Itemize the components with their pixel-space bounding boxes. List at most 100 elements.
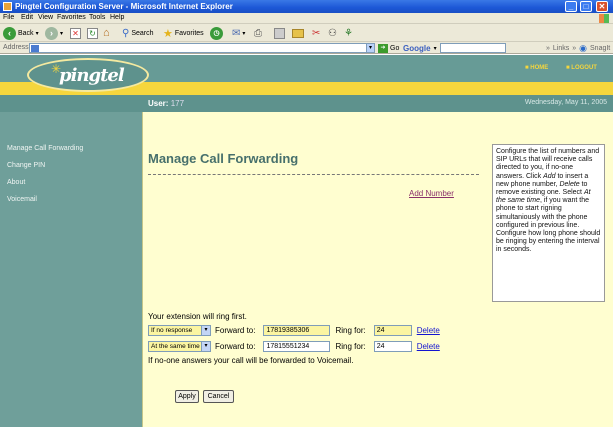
forward-button[interactable]: › ▾: [45, 26, 63, 40]
sidebar-item-voicemail[interactable]: Voicemail: [7, 196, 37, 203]
address-bar: Address ▾ ➜ Go Google ▾ » Links » ◉ Snag…: [0, 42, 613, 54]
menu-favorites[interactable]: Favorites: [57, 14, 86, 21]
folder-icon: [292, 28, 304, 38]
snagit-icon: ◉: [579, 43, 588, 53]
cancel-button[interactable]: Cancel: [203, 390, 234, 403]
google-toolbar: Google ▾: [403, 42, 506, 54]
user-label-text: User:: [148, 99, 169, 108]
history-button[interactable]: ◷: [210, 26, 223, 40]
menu-tools[interactable]: Tools: [89, 14, 105, 21]
ring-mode-select[interactable]: At the same time ▾: [148, 340, 211, 352]
back-label: Back: [18, 29, 34, 37]
back-arrow-icon: ‹: [3, 26, 16, 40]
window-title: Pingtel Configuration Server - Microsoft…: [15, 2, 233, 11]
delete-link[interactable]: Delete: [417, 342, 440, 351]
google-logo[interactable]: Google: [403, 44, 431, 53]
address-dropdown-button[interactable]: ▾: [366, 43, 375, 53]
forward-arrow-icon: ›: [45, 26, 58, 40]
print-icon: ⎙: [254, 27, 262, 39]
ring-mode-value: If no response: [151, 326, 193, 334]
menu-file[interactable]: File: [3, 14, 14, 21]
forward-number-input[interactable]: 17819385306: [263, 324, 331, 336]
logout-link[interactable]: ■ LOGOUT: [566, 65, 597, 71]
star-icon: ★: [163, 27, 173, 40]
home-icon: ⌂: [103, 27, 110, 39]
sidebar-item-about[interactable]: About: [7, 179, 25, 186]
user-label: User: 177: [148, 99, 184, 108]
main-content: Manage Call Forwarding Add Number Config…: [142, 112, 613, 427]
menu-view[interactable]: View: [38, 14, 53, 21]
help-add-term: Add: [543, 172, 556, 180]
network-icon: ⚘: [344, 27, 353, 39]
refresh-icon: ↻: [87, 27, 98, 39]
refresh-button[interactable]: ↻: [87, 26, 98, 40]
ring-mode-value: At the same time: [151, 342, 200, 350]
tool-icon: ✂: [312, 27, 321, 39]
toolbar: ‹ Back ▾ › ▾ ✕ ↻ ⌂ ⚲ Search ★ Favorites …: [0, 24, 613, 42]
print-button[interactable]: ⎙: [254, 26, 262, 40]
title-divider: [148, 174, 479, 175]
favorites-label: Favorites: [174, 29, 204, 37]
add-number-link[interactable]: Add Number: [409, 189, 454, 198]
tool-button-3[interactable]: ⚘: [344, 26, 353, 40]
links-label[interactable]: Links: [553, 45, 569, 52]
chevron-down-icon: ▾: [201, 325, 210, 335]
chevron-down-icon: ▾: [242, 30, 246, 37]
ring-mode-select[interactable]: If no response ▾: [148, 324, 211, 336]
windows-logo-icon: [599, 14, 609, 23]
more-chevron-icon[interactable]: »: [546, 45, 550, 52]
apply-button[interactable]: Apply: [175, 390, 199, 403]
history-icon: ◷: [210, 26, 223, 40]
tool-button-1[interactable]: ✂: [312, 26, 320, 40]
go-button[interactable]: ➜ Go: [378, 43, 399, 53]
close-button[interactable]: ✕: [596, 1, 608, 12]
forward-label: Forward to:: [215, 325, 256, 335]
favorites-button[interactable]: ★ Favorites: [163, 26, 204, 40]
forward-number-input[interactable]: 17815551234: [263, 340, 331, 352]
ring-first-text: Your extension will ring first.: [148, 312, 247, 321]
snagit-label[interactable]: SnagIt: [590, 45, 610, 52]
help-text: , if you want the phone to start rigning…: [496, 197, 601, 254]
user-bar: User: 177 Wednesday, May 11, 2005: [0, 95, 613, 112]
ring-for-label: Ring for:: [335, 325, 366, 335]
search-icon: ⚲: [122, 27, 130, 39]
home-link-label: HOME: [530, 65, 549, 71]
mail-icon: ✉: [232, 27, 241, 39]
chevron-down-icon: ▾: [35, 30, 39, 37]
minimize-button[interactable]: _: [565, 1, 577, 12]
ring-seconds-input[interactable]: 24: [373, 340, 412, 352]
ring-seconds-input[interactable]: 24: [373, 324, 412, 336]
search-button[interactable]: ⚲ Search: [122, 26, 154, 40]
chevron-down-icon[interactable]: ▾: [434, 45, 437, 52]
more-chevron-icon[interactable]: »: [572, 45, 576, 52]
window-title-bar: Pingtel Configuration Server - Microsoft…: [0, 0, 613, 13]
back-button[interactable]: ‹ Back ▾: [3, 26, 39, 40]
search-label: Search: [131, 29, 154, 37]
go-label: Go: [390, 44, 400, 52]
home-button[interactable]: ⌂: [103, 26, 110, 40]
menu-help[interactable]: Help: [110, 14, 124, 21]
tool-button-2[interactable]: ⚇: [328, 26, 337, 40]
page: ✳ pingtel ■ HOME ■ LOGOUT User: 177 Wedn…: [0, 55, 613, 427]
folder-button[interactable]: [292, 26, 304, 40]
sidebar-item-change-pin[interactable]: Change PIN: [7, 162, 45, 169]
google-search-input[interactable]: [439, 43, 506, 53]
home-link[interactable]: ■ HOME: [525, 65, 548, 71]
sidebar-item-manage-call-forwarding[interactable]: Manage Call Forwarding: [7, 145, 83, 152]
address-input[interactable]: [29, 43, 373, 53]
mail-button[interactable]: ✉ ▾: [232, 26, 245, 40]
stop-button[interactable]: ✕: [70, 26, 81, 40]
current-date: Wednesday, May 11, 2005: [524, 99, 607, 106]
forward-row: At the same time ▾ Forward to: 178155512…: [148, 340, 440, 352]
edit-button[interactable]: [274, 26, 285, 40]
forward-label: Forward to:: [215, 341, 256, 351]
ie-page-icon: [3, 2, 12, 11]
help-delete-term: Delete: [559, 180, 580, 188]
menu-edit[interactable]: Edit: [21, 14, 33, 21]
people-icon: ⚇: [328, 27, 337, 39]
sidebar: Manage Call Forwarding Change PIN About …: [0, 112, 142, 427]
help-box: Configure the list of numbers and SIP UR…: [492, 144, 605, 302]
page-header: ✳ pingtel ■ HOME ■ LOGOUT: [0, 55, 613, 95]
delete-link[interactable]: Delete: [417, 326, 440, 335]
maximize-button[interactable]: □: [580, 1, 592, 12]
